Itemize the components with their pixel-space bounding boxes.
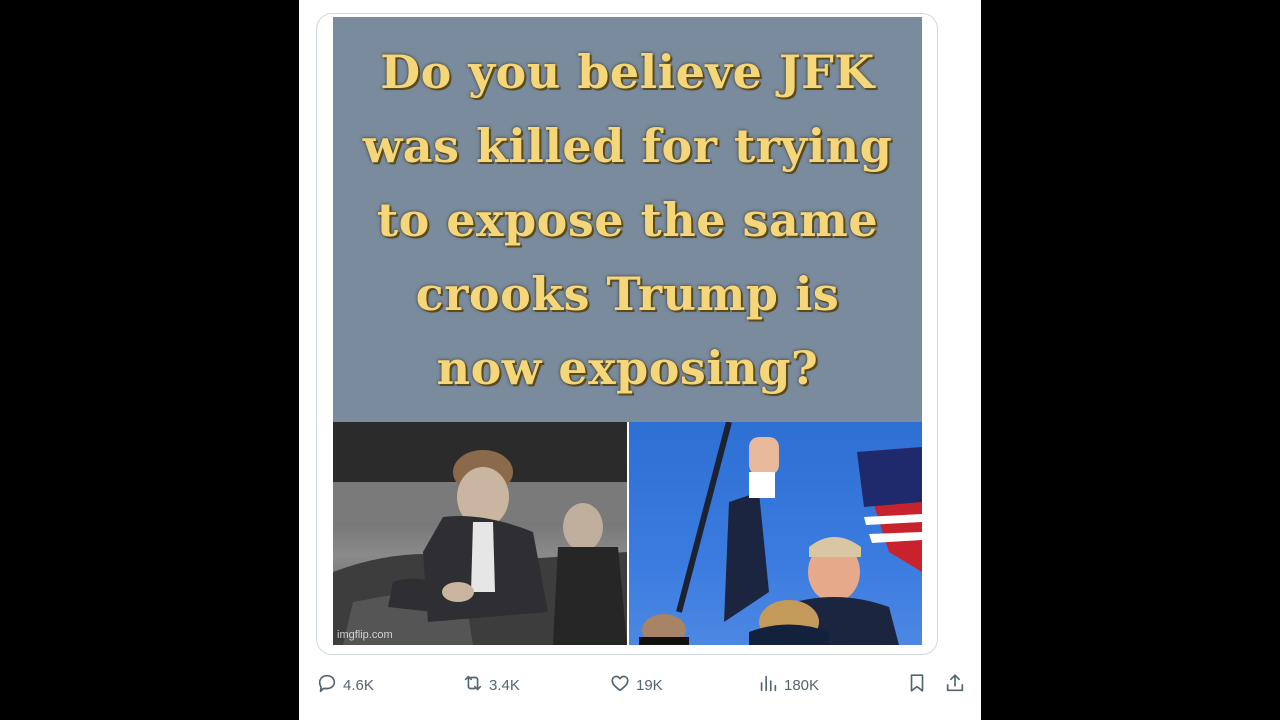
like-icon — [609, 672, 631, 698]
repost-button[interactable]: 3.4K — [462, 668, 520, 702]
flag-shape — [857, 447, 922, 572]
imgflip-watermark: imgflip.com — [337, 629, 393, 641]
repost-count: 3.4K — [489, 676, 520, 694]
reply-icon — [316, 672, 338, 698]
jfk-photo: imgflip.com — [333, 422, 627, 645]
views-icon — [757, 672, 779, 698]
views-count: 180K — [784, 676, 820, 694]
meme-caption-text: Do you believe JFK was killed for trying… — [362, 44, 893, 395]
tweet-action-bar: 4.6K 3.4K 19K 180K — [299, 668, 981, 702]
jfk-photo-illustration — [333, 422, 627, 645]
views-button[interactable]: 180K — [757, 668, 819, 702]
meme-image[interactable]: Do you believe JFK was killed for trying… — [333, 17, 922, 645]
share-icon — [944, 672, 966, 699]
bookmark-button[interactable] — [906, 668, 928, 702]
reply-button[interactable]: 4.6K — [316, 668, 374, 702]
like-button[interactable]: 19K — [609, 668, 663, 702]
meme-caption-area: Do you believe JFK was killed for trying… — [333, 17, 922, 422]
bookmark-icon — [906, 672, 928, 699]
repost-icon — [462, 672, 484, 698]
like-count: 19K — [636, 676, 663, 694]
share-button[interactable] — [944, 668, 966, 702]
trump-photo-illustration — [639, 422, 922, 645]
tweet-media-card[interactable]: Do you believe JFK was killed for trying… — [316, 13, 938, 655]
reply-count: 4.6K — [343, 676, 374, 694]
tweet-panel: Do you believe JFK was killed for trying… — [299, 0, 981, 720]
trump-photo — [629, 422, 922, 645]
